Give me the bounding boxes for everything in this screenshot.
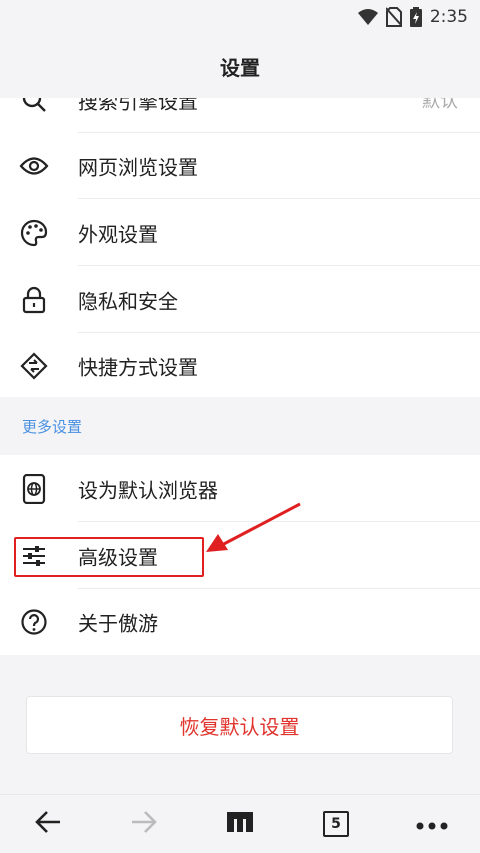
search-icon	[18, 98, 50, 116]
page-title: 设置	[0, 34, 480, 98]
settings-group-more: 设为默认浏览器 高级设置 关于傲游	[0, 455, 480, 655]
bottom-toolbar: 5	[0, 794, 480, 853]
section-header-more: 更多设置	[22, 418, 83, 436]
row-label: 隐私和安全	[78, 289, 178, 313]
shortcut-icon	[18, 350, 50, 382]
battery-icon	[409, 7, 422, 27]
settings-row-about[interactable]: 关于傲游	[0, 588, 480, 655]
no-sim-icon	[385, 7, 402, 27]
lock-icon	[18, 284, 50, 316]
row-label: 设为默认浏览器	[78, 478, 218, 502]
row-label: 外观设置	[78, 222, 158, 246]
tabs-button[interactable]: 5	[306, 799, 366, 849]
forward-button[interactable]	[114, 799, 174, 849]
palette-icon	[18, 217, 50, 249]
row-value: 默认	[422, 98, 458, 112]
restore-defaults-label: 恢复默认设置	[179, 714, 300, 739]
settings-row-appearance[interactable]: 外观设置	[0, 199, 480, 266]
annotation-arrow	[206, 502, 301, 552]
back-button[interactable]	[18, 799, 78, 849]
phone-globe-icon	[18, 473, 50, 505]
eye-icon	[18, 150, 50, 182]
row-label: 网页浏览设置	[78, 155, 198, 179]
more-menu-button[interactable]	[402, 799, 462, 849]
more-dots-icon	[416, 815, 448, 834]
maxthon-logo-icon	[226, 811, 254, 837]
row-label: 搜索引擎设置	[78, 98, 198, 113]
arrow-left-icon	[34, 810, 62, 838]
arrow-right-icon	[130, 810, 158, 838]
home-button[interactable]	[210, 799, 270, 849]
settings-list[interactable]: 搜索引擎设置 默认 网页浏览设置 外观设置 隐私和安全 快捷方式设置 更多设置 …	[0, 98, 480, 794]
tab-count-badge: 5	[323, 811, 349, 837]
row-label: 快捷方式设置	[78, 355, 198, 379]
settings-row-privacy[interactable]: 隐私和安全	[0, 266, 480, 333]
settings-row-browsing[interactable]: 网页浏览设置	[0, 132, 480, 199]
wifi-icon	[357, 8, 378, 26]
settings-group-main: 搜索引擎设置 默认 网页浏览设置 外观设置 隐私和安全 快捷方式设置	[0, 98, 480, 397]
settings-row-shortcuts[interactable]: 快捷方式设置	[0, 332, 480, 399]
page-title-text: 设置	[220, 55, 260, 80]
row-label: 关于傲游	[78, 611, 158, 635]
settings-row-search-engine[interactable]: 搜索引擎设置 默认	[0, 98, 480, 133]
clock: 2:35	[429, 7, 468, 27]
sliders-icon	[18, 540, 50, 572]
help-icon	[18, 606, 50, 638]
status-bar: 2:35	[0, 0, 480, 34]
restore-defaults-button[interactable]: 恢复默认设置	[26, 696, 453, 754]
row-label: 高级设置	[78, 545, 158, 569]
